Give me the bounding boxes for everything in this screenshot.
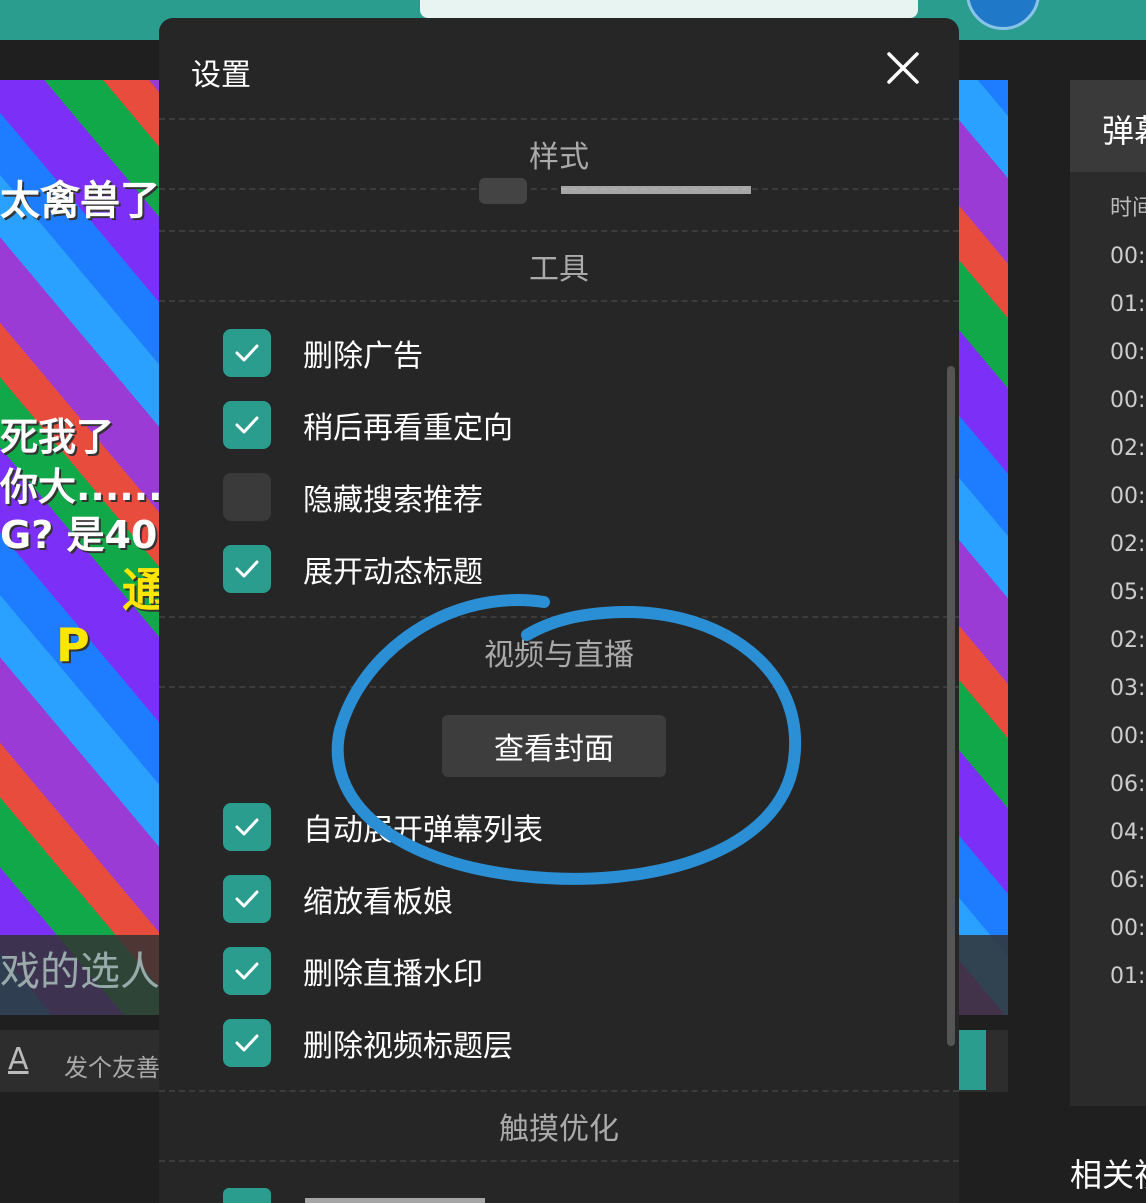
danmaku-time-item[interactable]: 00: — [1110, 484, 1146, 532]
video-overlay-text: 太禽兽了 — [0, 178, 160, 224]
danmaku-time-item[interactable]: 00: — [1110, 916, 1146, 964]
related-videos-heading: 相关视 — [1070, 1156, 1146, 1194]
check-icon — [235, 818, 259, 836]
checkbox[interactable] — [479, 178, 527, 204]
option-row[interactable]: 删除直播水印 — [223, 946, 483, 996]
search-bar[interactable] — [420, 0, 918, 18]
section-touch: 触摸优化 — [159, 1090, 959, 1162]
danmaku-time-item[interactable]: 01:1 — [1110, 292, 1146, 340]
danmaku-list-header[interactable]: 弹幕 — [1070, 80, 1146, 172]
video-overlay-text: P — [56, 618, 90, 672]
section-video-live: 视频与直播 — [159, 616, 959, 688]
close-icon — [887, 52, 919, 84]
option-label: 删除直播水印 — [303, 957, 483, 992]
danmaku-time-item[interactable]: 02:1 — [1110, 436, 1146, 484]
caption-text: 戏的选人 — [0, 949, 160, 995]
danmaku-send-button[interactable] — [958, 1030, 986, 1090]
option-label: 隐藏搜索推荐 — [303, 483, 483, 518]
check-icon — [235, 344, 259, 362]
danmaku-time-item[interactable]: 05: — [1110, 580, 1146, 628]
checkbox[interactable] — [223, 875, 271, 923]
section-title: 样式 — [529, 140, 589, 175]
checkbox[interactable] — [223, 803, 271, 851]
option-label: 缩放看板娘 — [303, 885, 453, 920]
danmaku-time-item[interactable]: 06: — [1110, 868, 1146, 916]
option-label: 删除广告 — [303, 339, 423, 374]
option-label: 删除视频标题层 — [303, 1029, 513, 1064]
section-title: 触摸优化 — [499, 1112, 619, 1147]
check-icon — [235, 890, 259, 908]
section-title: 视频与直播 — [484, 638, 634, 673]
modal-scrollbar[interactable] — [947, 366, 955, 1046]
danmaku-time-item[interactable]: 01:1 — [1110, 964, 1146, 1012]
checkbox[interactable] — [223, 329, 271, 377]
danmaku-time-item[interactable]: 00: — [1110, 724, 1146, 772]
danmaku-time-item[interactable]: 00: — [1110, 340, 1146, 388]
section-title: 工具 — [529, 252, 589, 287]
danmaku-time-item[interactable]: 00: — [1110, 244, 1146, 292]
option-row[interactable]: 删除广告 — [223, 328, 423, 378]
section-tools: 工具 — [159, 230, 959, 302]
option-label — [561, 186, 751, 194]
modal-header: 设置 — [159, 18, 959, 118]
danmaku-time-item[interactable]: 04: — [1110, 820, 1146, 868]
danmaku-time-item[interactable]: 02:2 — [1110, 532, 1146, 580]
option-label: 展开动态标题 — [303, 555, 483, 590]
danmaku-input[interactable]: 发个友善 — [64, 1048, 160, 1083]
video-overlay-text: 死我了 — [0, 415, 115, 459]
time-column-header: 时间 — [1110, 196, 1146, 221]
settings-modal: 设置 样式 工具 删除广告稍后再看重定向 隐藏搜索推荐 展开动态标题 视频与直播 查… — [159, 18, 959, 1203]
check-icon — [235, 560, 259, 578]
view-cover-button[interactable]: 查看封面 — [442, 715, 666, 777]
option-label — [305, 1198, 485, 1203]
checkbox[interactable] — [223, 1019, 271, 1067]
close-button[interactable] — [883, 48, 923, 88]
option-row[interactable]: 隐藏搜索推荐 — [223, 472, 483, 522]
checkbox[interactable] — [223, 947, 271, 995]
logo-icon[interactable] — [966, 0, 1040, 30]
option-row[interactable]: 自动展开弹幕列表 — [223, 802, 543, 852]
checkbox[interactable] — [223, 473, 271, 521]
modal-title: 设置 — [191, 58, 251, 93]
section-style: 样式 — [159, 118, 959, 190]
danmaku-list-panel: 弹幕 时间 00:01:100:00:02:100:02:205:02:503:… — [1070, 80, 1146, 1106]
check-icon — [235, 962, 259, 980]
checkbox[interactable] — [223, 401, 271, 449]
option-row[interactable]: 稍后再看重定向 — [223, 400, 513, 450]
option-row[interactable]: 缩放看板娘 — [223, 874, 453, 924]
checkbox[interactable] — [223, 545, 271, 593]
option-row[interactable]: 展开动态标题 — [223, 544, 483, 594]
danmaku-list-title: 弹幕 — [1102, 112, 1146, 150]
danmaku-time-item[interactable]: 03:2 — [1110, 676, 1146, 724]
danmaku-time-list: 00:01:100:00:02:100:02:205:02:503:200:06… — [1110, 244, 1146, 1012]
option-label: 自动展开弹幕列表 — [303, 813, 543, 848]
danmaku-time-item[interactable]: 02:5 — [1110, 628, 1146, 676]
danmaku-style-icon[interactable]: A — [8, 1042, 29, 1077]
checkbox[interactable] — [223, 1188, 271, 1203]
video-overlay-text: 你大...... — [0, 465, 163, 509]
option-row[interactable]: 删除视频标题层 — [223, 1018, 513, 1068]
option-label: 稍后再看重定向 — [303, 411, 513, 446]
danmaku-time-item[interactable]: 06: — [1110, 772, 1146, 820]
danmaku-time-item[interactable]: 00: — [1110, 388, 1146, 436]
check-icon — [235, 1034, 259, 1052]
check-icon — [235, 416, 259, 434]
